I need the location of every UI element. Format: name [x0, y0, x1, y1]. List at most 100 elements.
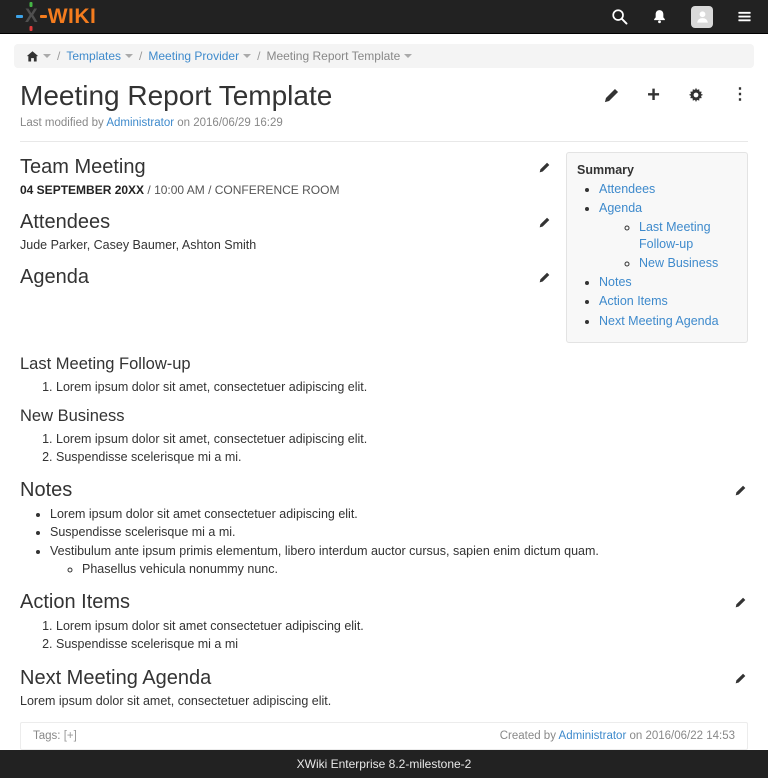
content-left-column: Team Meeting 04 SEPTEMBER 20XX / 10:00 A… — [20, 152, 566, 343]
tags-label: Tags: — [33, 730, 61, 742]
version-footer: XWiki Enterprise 8.2-milestone-2 — [0, 750, 768, 778]
list-item: Last Meeting Follow-up — [639, 219, 739, 252]
section-heading-agenda: Agenda — [20, 266, 89, 289]
menu-icon[interactable] — [737, 9, 752, 24]
list-item: Suspendisse scelerisque mi a mi. — [56, 449, 748, 465]
section-edit-pencil-icon[interactable] — [537, 270, 552, 285]
chevron-down-icon[interactable] — [43, 54, 51, 58]
section-heading-attendees: Attendees — [20, 211, 110, 234]
settings-gear-icon[interactable] — [688, 87, 704, 103]
search-icon[interactable] — [611, 8, 628, 25]
section-action-items-heading-row: Action Items — [20, 591, 748, 614]
list-item: Lorem ipsum dolor sit amet, consectetuer… — [56, 431, 748, 447]
section-heading-next-meeting-agenda: Next Meeting Agenda — [20, 667, 211, 690]
tags-area: Tags: [+] — [33, 730, 77, 742]
section-team-meeting-heading-row: Team Meeting — [20, 156, 552, 179]
section-edit-pencil-icon[interactable] — [733, 595, 748, 610]
summary-link-notes[interactable]: Notes — [599, 275, 632, 289]
page-action-group: + ⋮ — [604, 87, 748, 103]
logo-orange-dash — [40, 15, 47, 18]
breadcrumb-item-current: Meeting Report Template — [266, 49, 412, 63]
breadcrumb-separator: / — [57, 49, 60, 63]
section-notes-heading-row: Notes — [20, 479, 748, 502]
section-heading-notes: Notes — [20, 479, 72, 502]
xwiki-logo[interactable]: X WIKI — [16, 6, 96, 27]
created-suffix: on 2016/06/22 14:53 — [626, 730, 735, 742]
page-title: Meeting Report Template — [20, 81, 332, 112]
logo-green-tick — [30, 2, 33, 7]
meeting-time-location: / 10:00 AM / CONFERENCE ROOM — [144, 183, 339, 197]
summary-link-action-items[interactable]: Action Items — [599, 294, 668, 308]
action-items-list: Lorem ipsum dolor sit amet consectetuer … — [20, 618, 748, 653]
user-avatar[interactable] — [691, 6, 713, 28]
section-heading-action-items: Action Items — [20, 591, 130, 614]
summary-sublist: Last Meeting Follow-up New Business — [599, 219, 739, 271]
logo-blue-dash — [16, 15, 23, 18]
new-business-list: Lorem ipsum dolor sit amet, consectetuer… — [20, 431, 748, 466]
chevron-down-icon[interactable] — [125, 54, 133, 58]
section-attendees-heading-row: Attendees — [20, 211, 552, 234]
breadcrumb-separator: / — [257, 49, 260, 63]
notes-sublist: Phasellus vehicula nonummy nunc. — [50, 561, 748, 577]
modified-prefix: Last modified by — [20, 117, 106, 129]
logo-x-letter: X — [25, 6, 38, 27]
subsection-heading-last-meeting-follow-up: Last Meeting Follow-up — [20, 355, 748, 375]
last-meeting-follow-up-list: Lorem ipsum dolor sit amet, consectetuer… — [20, 379, 748, 395]
list-item: Next Meeting Agenda — [599, 313, 739, 329]
document-info-bar: Tags: [+] Created by Administrator on 20… — [20, 722, 748, 750]
notifications-bell-icon[interactable] — [652, 9, 667, 24]
list-item: Agenda Last Meeting Follow-up New Busine… — [599, 200, 739, 271]
attendees-names: Jude Parker, Casey Baumer, Ashton Smith — [20, 238, 552, 252]
avatar — [691, 6, 713, 28]
list-item: Attendees — [599, 181, 739, 197]
breadcrumb-link[interactable]: Templates — [66, 49, 121, 63]
next-meeting-agenda-text: Lorem ipsum dolor sit amet, consectetuer… — [20, 694, 748, 708]
last-modified-line: Last modified by Administrator on 2016/0… — [0, 117, 768, 129]
list-item: Vestibulum ante ipsum primis elementum, … — [50, 543, 748, 578]
section-edit-pencil-icon[interactable] — [537, 215, 552, 230]
section-edit-pencil-icon[interactable] — [537, 160, 552, 175]
breadcrumb: / Templates / Meeting Provider / Meeting… — [14, 44, 754, 68]
breadcrumb-link[interactable]: Meeting Provider — [148, 49, 239, 63]
chevron-down-icon[interactable] — [404, 54, 412, 58]
created-prefix: Created by — [500, 730, 559, 742]
list-item: Suspendisse scelerisque mi a mi — [56, 636, 748, 652]
list-item: Action Items — [599, 293, 739, 309]
list-item: Notes — [599, 274, 739, 290]
summary-link-next-meeting-agenda[interactable]: Next Meeting Agenda — [599, 314, 719, 328]
more-kebab-icon[interactable]: ⋮ — [732, 87, 748, 103]
created-user-link[interactable]: Administrator — [559, 730, 627, 742]
section-edit-pencil-icon[interactable] — [733, 671, 748, 686]
top-navbar: X WIKI — [0, 0, 768, 34]
list-item: Lorem ipsum dolor sit amet consectetuer … — [56, 618, 748, 634]
list-item: Phasellus vehicula nonummy nunc. — [82, 561, 748, 577]
add-tag-button[interactable]: [+] — [64, 730, 77, 742]
summary-link-attendees[interactable]: Attendees — [599, 182, 655, 196]
modified-suffix: on 2016/06/29 16:29 — [174, 117, 283, 129]
chevron-down-icon[interactable] — [243, 54, 251, 58]
subsection-heading-new-business: New Business — [20, 407, 748, 427]
notes-list: Lorem ipsum dolor sit amet consectetuer … — [20, 506, 748, 577]
section-heading-team-meeting: Team Meeting — [20, 156, 146, 179]
logo-wiki-text: WIKI — [48, 6, 97, 27]
document-content: Team Meeting 04 SEPTEMBER 20XX / 10:00 A… — [0, 142, 768, 708]
modified-user-link[interactable]: Administrator — [106, 117, 174, 129]
list-item: Lorem ipsum dolor sit amet, consectetuer… — [56, 379, 748, 395]
summary-link-agenda[interactable]: Agenda — [599, 201, 642, 215]
summary-link-new-business[interactable]: New Business — [639, 256, 718, 270]
breadcrumb-current-label: Meeting Report Template — [266, 49, 400, 63]
edit-icon[interactable] — [604, 88, 619, 103]
meeting-meta-line: 04 SEPTEMBER 20XX / 10:00 AM / CONFERENC… — [20, 183, 552, 197]
add-icon[interactable]: + — [647, 87, 660, 103]
section-edit-pencil-icon[interactable] — [733, 483, 748, 498]
meeting-date: 04 SEPTEMBER 20XX — [20, 183, 144, 197]
list-item: New Business — [639, 255, 739, 271]
list-item: Suspendisse scelerisque mi a mi. — [50, 524, 748, 540]
summary-link-last-meeting-follow-up[interactable]: Last Meeting Follow-up — [639, 220, 711, 250]
breadcrumb-home[interactable] — [26, 50, 51, 63]
section-agenda-heading-row: Agenda — [20, 266, 552, 289]
navbar-icon-group — [611, 6, 752, 28]
product-version-label: XWiki Enterprise 8.2-milestone-2 — [297, 757, 472, 771]
breadcrumb-separator: / — [139, 49, 142, 63]
summary-title: Summary — [577, 163, 739, 177]
